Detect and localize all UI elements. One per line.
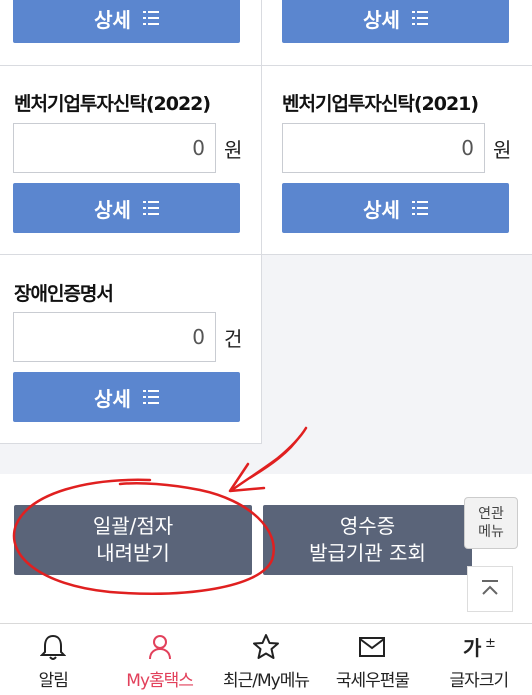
tab-label: 알림 [38,671,69,691]
bell-icon [40,634,67,660]
amount-input[interactable] [13,123,216,173]
detail-button-label: 상세 [94,197,131,222]
tab-label: My홈택스 [126,671,194,691]
related-menu-button[interactable]: 연관 메뉴 [464,497,518,549]
detail-button-label: 상세 [94,386,131,411]
related-menu-label-2: 메뉴 [478,524,504,540]
mail-icon [359,637,386,657]
cell-title: 벤처기업투자신탁(2022) [14,93,211,115]
tab-label: 최근/My메뉴 [223,671,310,691]
grid-cell: 상세 [262,0,532,66]
receipt-issuer-label-2: 발급기관 조회 [309,541,426,565]
grid-cell-disability-certificate: 장애인증명서 건 상세 [0,255,262,444]
tab-recent-my-menu[interactable]: 최근/My메뉴 [213,624,319,695]
receipt-issuer-button[interactable]: 영수증 발급기관 조회 [263,505,472,575]
detail-button-label: 상세 [363,197,400,222]
grid-cell-venture-2022: 벤처기업투자신탁(2022) 원 상세 [0,66,262,255]
tab-tax-mail[interactable]: 국세우편물 [319,624,425,695]
scroll-top-button[interactable] [467,566,513,612]
list-icon [411,201,428,215]
tab-label: 글자크기 [449,671,510,691]
cell-title: 장애인증명서 [14,283,114,305]
related-menu-label-1: 연관 [478,506,504,522]
star-icon [253,634,280,659]
tab-font-size[interactable]: 가 ± 글자크기 [426,624,532,695]
amount-row: 원 [282,123,511,173]
detail-button-label: 상세 [94,7,131,32]
list-icon [142,201,159,215]
count-row: 건 [13,312,242,362]
unit-label: 건 [224,326,243,351]
person-icon [148,635,171,660]
svg-text:±: ± [485,636,496,651]
cell-title: 벤처기업투자신탁(2021) [282,93,479,115]
count-input[interactable] [13,312,216,362]
tab-alerts[interactable]: 알림 [0,624,106,695]
list-icon [142,11,159,25]
detail-button[interactable]: 상세 [282,183,509,233]
receipt-issuer-label-1: 영수증 [339,514,396,538]
grid-cell: 상세 [0,0,262,66]
detail-button[interactable]: 상세 [13,183,240,233]
unit-label: 원 [224,137,243,162]
detail-button[interactable]: 상세 [13,372,240,422]
unit-label: 원 [493,137,512,162]
font-size-icon: 가 ± [463,636,496,660]
svg-text:가: 가 [463,636,482,660]
bulk-download-button[interactable]: 일괄/점자 내려받기 [14,505,252,575]
list-icon [142,390,159,404]
bulk-download-label-1: 일괄/점자 [92,514,174,538]
bottom-tab-bar: 알림 My홈택스 최근/My메뉴 국세우편물 가 ± 글자크기 [0,623,532,695]
detail-button[interactable]: 상세 [13,0,240,43]
detail-button[interactable]: 상세 [282,0,509,43]
grid-cell-venture-2021: 벤처기업투자신탁(2021) 원 상세 [262,66,532,255]
arrow-up-icon [482,580,498,595]
amount-row: 원 [13,123,242,173]
amount-input[interactable] [282,123,485,173]
tab-label: 국세우편물 [335,671,410,691]
deduction-grid: 상세 상세 벤처기업투자신탁(2022) 원 상세 벤처기업투자신탁(2021)… [0,0,532,474]
detail-button-label: 상세 [363,7,400,32]
tab-my-hometax[interactable]: My홈택스 [106,624,212,695]
bulk-download-label-2: 내려받기 [96,541,170,565]
list-icon [411,11,428,25]
